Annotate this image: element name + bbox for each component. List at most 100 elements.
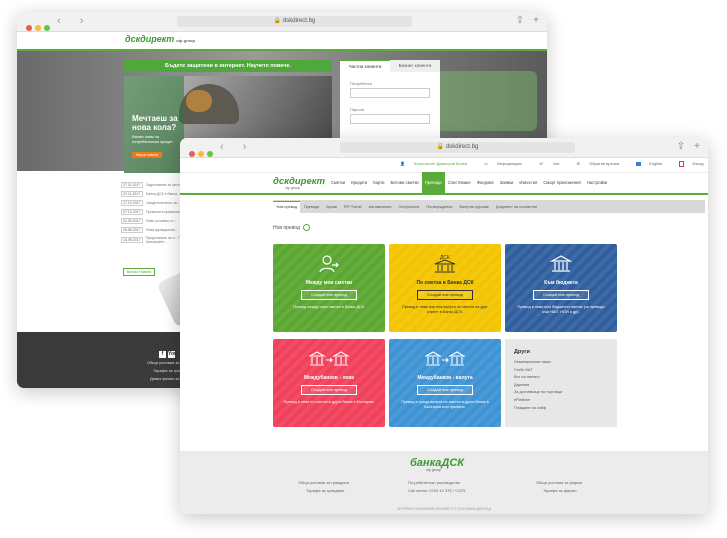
other-payment-link[interactable]: Глоби КАТ: [514, 367, 617, 375]
create-transfer-button[interactable]: Създай нов превод: [417, 385, 473, 395]
menu-item-bills[interactable]: Битови сметки: [388, 173, 422, 193]
close-window-button[interactable]: [26, 25, 32, 31]
user-name-link[interactable]: 👤 Константин Димитров Колев: [400, 161, 475, 166]
site-logo[interactable]: дскдирект otp group: [273, 176, 325, 190]
copyright-text: ИНТЕРНЕТ БАНКИРАНЕ DSKDIRECT © 2019 БАНК…: [397, 507, 491, 511]
bank-to-bank-icon: [273, 348, 385, 375]
other-payment-link[interactable]: Дарения: [514, 382, 617, 390]
youtube-icon[interactable]: You: [168, 351, 177, 358]
menu-item-cards[interactable]: Карти: [370, 173, 387, 193]
footer-link[interactable]: Тарифа за граждани: [306, 488, 344, 493]
social-links: f You: [159, 342, 177, 360]
dsk-bank-icon: ДСК: [389, 253, 501, 280]
new-tab-icon[interactable]: +: [694, 141, 700, 152]
tab-new-transfer[interactable]: Нов превод: [273, 200, 301, 213]
tab-pip[interactable]: PIP Transf: [340, 205, 365, 209]
create-transfer-button[interactable]: Създай нов превод: [533, 290, 589, 300]
tile-interbank-fx[interactable]: Междубанков - валута Създай нов превод П…: [389, 339, 501, 427]
facebook-icon[interactable]: f: [159, 351, 166, 358]
url-text: dskdirect.bg: [282, 18, 316, 24]
back-forward-icons[interactable]: ‹ ›: [220, 141, 254, 153]
tile-title: Междубанков - лева: [303, 375, 355, 381]
other-payment-link[interactable]: Вот на нитекст: [514, 374, 617, 382]
page-title: Нов превод: [273, 224, 310, 231]
minimize-window-button[interactable]: [198, 151, 204, 157]
tab-fx-rates[interactable]: Валутни курсове: [456, 205, 493, 209]
other-payment-link[interactable]: Плащане на сейф: [514, 405, 617, 413]
bank-to-bank-icon: [389, 348, 501, 375]
footer-link[interactable]: Общи условия за граждани: [298, 480, 349, 485]
tile-title: Към бюджета: [544, 280, 578, 286]
tab-confirmations[interactable]: Потвърждения: [423, 205, 456, 209]
username-input[interactable]: [350, 88, 430, 98]
menu-item-requests[interactable]: Заявки: [497, 173, 517, 193]
other-payment-link[interactable]: еPlatform: [514, 397, 617, 405]
security-banner[interactable]: Бъдете защитени в интернет. Научете пове…: [124, 60, 332, 72]
back-forward-icons[interactable]: ‹ ›: [57, 15, 91, 27]
language-link[interactable]: English: [636, 161, 670, 166]
new-tab-icon[interactable]: +: [533, 15, 539, 26]
info-link[interactable]: ▭ Информация: [484, 161, 529, 166]
tile-description: Превод в лева по сметка в друга банка в …: [283, 400, 375, 404]
tab-private-clients[interactable]: Частни клиенти: [340, 60, 390, 72]
hero-subtitle: Вземи заем за потребителски кредит: [132, 134, 173, 144]
tab-transfers[interactable]: Преводи: [300, 205, 322, 209]
menu-item-notifications[interactable]: Известия: [516, 173, 540, 193]
minimize-window-button[interactable]: [35, 25, 41, 31]
menu-item-savings[interactable]: Спестяване: [445, 173, 474, 193]
share-icon[interactable]: ⇪: [677, 141, 685, 152]
password-label: Парола: [350, 107, 365, 112]
menu-item-smart-apps[interactable]: Смарт приложения: [540, 173, 583, 193]
hero-title: Мечтаеш за нова кола?: [132, 114, 178, 132]
browser-toolbar: ‹ › 🔒 dskdirect.bg ⇪ +: [17, 12, 547, 32]
tab-documents[interactable]: Документ на съответни: [493, 205, 541, 209]
address-bar[interactable]: 🔒 dskdirect.bg: [177, 16, 412, 27]
menu-item-funds[interactable]: Фондове: [474, 173, 497, 193]
site-logo[interactable]: дскдирект otp group: [125, 34, 195, 44]
tab-archive[interactable]: Архив: [323, 205, 341, 209]
tab-recipients[interactable]: Получатели: [395, 205, 423, 209]
site-header: дскдирект otp group: [17, 32, 547, 51]
site-footer: банкаДСК otp group Общи условия за гражда…: [180, 451, 708, 514]
password-input[interactable]: [350, 114, 430, 124]
bank-logo[interactable]: банкаДСК otp group: [410, 457, 464, 472]
other-payment-link[interactable]: Нематериални такси: [514, 359, 617, 367]
front-browser-window: ‹ › 🔒 dskdirect.bg ⇪ + 👤 Константин Димит…: [180, 138, 708, 514]
browser-toolbar: ‹ › 🔒 dskdirect.bg ⇪ +: [180, 138, 708, 158]
close-window-button[interactable]: [189, 151, 195, 157]
utility-bar: 👤 Константин Димитров Колев ▭ Информация…: [180, 158, 708, 173]
menu-item-settings[interactable]: Настройки: [584, 173, 611, 193]
all-news-button[interactable]: Всички Новини: [123, 268, 155, 276]
footer-link[interactable]: По-ребителско ръководство: [408, 480, 460, 485]
address-bar[interactable]: 🔒 dskdirect.bg: [340, 142, 575, 153]
maximize-window-button[interactable]: [207, 151, 213, 157]
create-transfer-button[interactable]: Създай нов превод: [301, 385, 357, 395]
maximize-window-button[interactable]: [44, 25, 50, 31]
create-transfer-button[interactable]: Създай нов превод: [417, 290, 473, 300]
tab-automatic[interactable]: Автоматични: [365, 205, 395, 209]
footer-link[interactable]: Общи условия за фирми: [536, 480, 582, 485]
chat-link[interactable]: ☏ Чат: [539, 161, 568, 166]
tile-own-accounts[interactable]: Между мои сметки Създай нов превод Прево…: [273, 244, 385, 332]
create-transfer-button[interactable]: Създай нов превод: [301, 290, 357, 300]
tile-interbank-bgn[interactable]: Междубанков - лева Създай нов превод Пре…: [273, 339, 385, 427]
tile-title: Междубанков - валута: [417, 375, 473, 381]
share-icon[interactable]: ⇪: [516, 15, 524, 26]
tile-description: Превод между свои сметки в Банка ДСК.: [292, 305, 366, 309]
tile-budget[interactable]: Към бюджета Създай нов превод Превод в л…: [505, 244, 617, 332]
other-payment-link[interactable]: За доставчици на търговци: [514, 389, 617, 397]
menu-item-accounts[interactable]: Сметки: [328, 173, 348, 193]
tile-description: Превод в чужда валута по сметка в друга …: [401, 400, 489, 409]
utility-links: 👤 Константин Димитров Колев ▭ Информация…: [400, 161, 708, 167]
logout-link[interactable]: Изход: [679, 161, 708, 167]
flag-icon: [636, 162, 642, 166]
feedback-link[interactable]: ✉ Обратна връзка: [577, 161, 627, 166]
government-building-icon: [505, 253, 617, 280]
menu-item-transfers[interactable]: Преводи: [421, 172, 445, 194]
menu-item-loans[interactable]: Кредити: [348, 173, 370, 193]
hero-learn-more-button[interactable]: Научи повече: [132, 152, 162, 158]
tab-business-clients[interactable]: Бизнес клиенти: [390, 60, 440, 72]
footer-link[interactable]: Тарифа за фирми: [543, 488, 576, 493]
tile-dsk-account[interactable]: ДСК По сметка в Банка ДСК Създай нов пре…: [389, 244, 501, 332]
help-icon[interactable]: [302, 224, 310, 231]
